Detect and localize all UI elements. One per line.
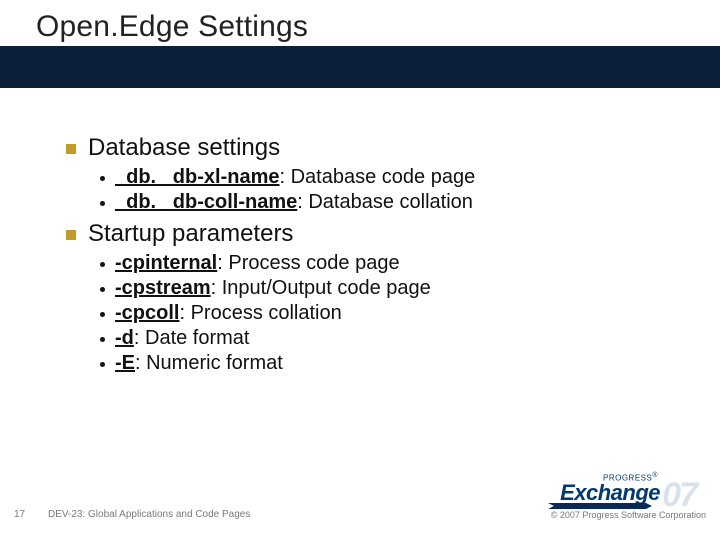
title-blue-strip	[0, 46, 720, 88]
list-item: -cpinternal: Process code page	[100, 252, 666, 275]
section-heading: Startup parameters	[88, 220, 293, 248]
section-head: Startup parameters	[66, 220, 666, 248]
list-item: -cpcoll: Process collation	[100, 302, 666, 325]
item-text: -E: Numeric format	[115, 352, 283, 375]
dot-bullet-icon	[100, 201, 105, 206]
dot-bullet-icon	[100, 287, 105, 292]
dot-bullet-icon	[100, 362, 105, 367]
square-bullet-icon	[66, 230, 76, 240]
list-item: -d: Date format	[100, 327, 666, 350]
footer-session-title: DEV-23: Global Applications and Code Pag…	[48, 509, 250, 520]
list-item: -cpstream: Input/Output code page	[100, 277, 666, 300]
item-text: -d: Date format	[115, 327, 250, 350]
footer: 17 DEV-23: Global Applications and Code …	[0, 486, 720, 526]
sub-list: -cpinternal: Process code page -cpstream…	[100, 252, 666, 375]
section-startup: Startup parameters -cpinternal: Process …	[66, 220, 666, 375]
dot-bullet-icon	[100, 312, 105, 317]
title-band: Open.Edge Settings	[0, 0, 720, 86]
slide-title: Open.Edge Settings	[36, 10, 308, 44]
dot-bullet-icon	[100, 262, 105, 267]
item-text: -cpcoll: Process collation	[115, 302, 342, 325]
square-bullet-icon	[66, 144, 76, 154]
page-number: 17	[14, 509, 25, 520]
section-head: Database settings	[66, 134, 666, 162]
item-text: _db. _db-coll-name: Database collation	[115, 191, 473, 214]
section-database: Database settings _db. _db-xl-name: Data…	[66, 134, 666, 214]
slide: Open.Edge Settings Database settings _db…	[0, 0, 720, 540]
sub-list: _db. _db-xl-name: Database code page _db…	[100, 166, 666, 214]
item-text: -cpinternal: Process code page	[115, 252, 400, 275]
list-item: _db. _db-coll-name: Database collation	[100, 191, 666, 214]
item-text: _db. _db-xl-name: Database code page	[115, 166, 475, 189]
item-text: -cpstream: Input/Output code page	[115, 277, 431, 300]
section-heading: Database settings	[88, 134, 280, 162]
list-item: -E: Numeric format	[100, 352, 666, 375]
dot-bullet-icon	[100, 337, 105, 342]
slide-content: Database settings _db. _db-xl-name: Data…	[66, 134, 666, 381]
dot-bullet-icon	[100, 176, 105, 181]
list-item: _db. _db-xl-name: Database code page	[100, 166, 666, 189]
footer-copyright: © 2007 Progress Software Corporation	[551, 510, 706, 520]
